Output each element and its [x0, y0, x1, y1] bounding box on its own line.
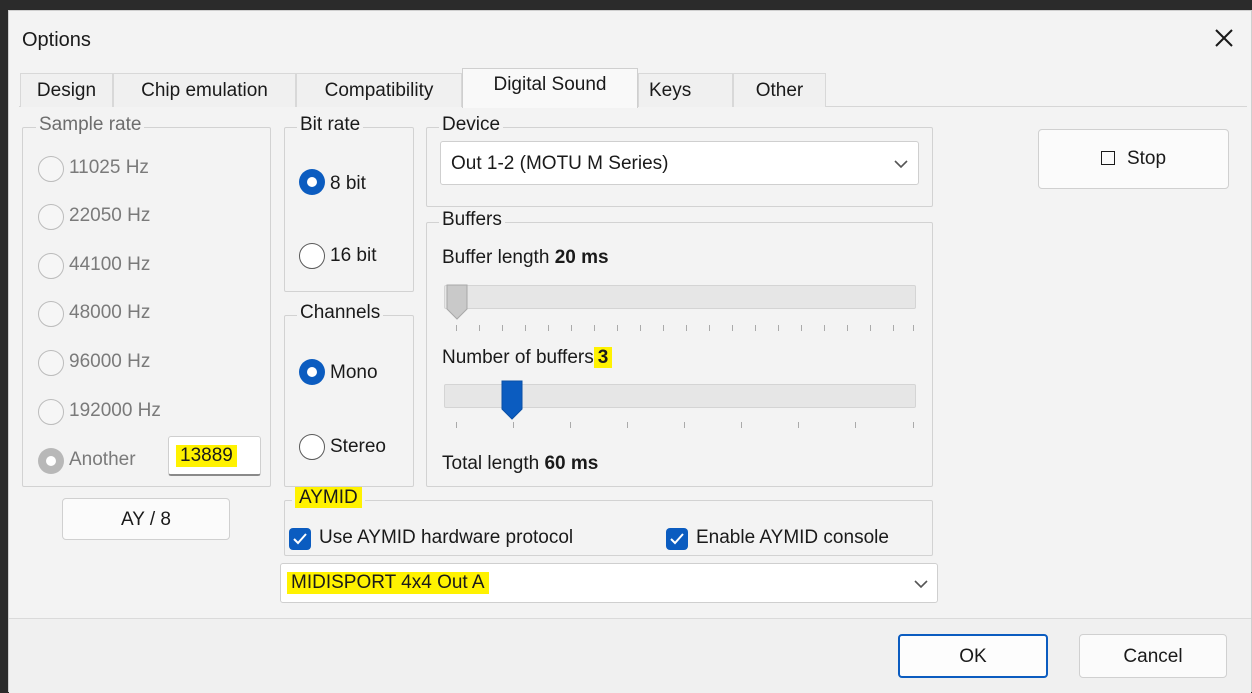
radio-8-bit[interactable]	[299, 169, 325, 195]
buffers-count-label: Number of buffers 3	[442, 347, 613, 369]
another-rate-value: 13889	[176, 445, 237, 467]
radio-22050[interactable]	[38, 204, 64, 230]
close-icon[interactable]	[1209, 23, 1239, 53]
checkmark-icon	[670, 533, 684, 545]
buffer-length-slider[interactable]	[444, 285, 916, 309]
buffer-length-text: Buffer length	[442, 247, 550, 268]
tab-chip-emulation[interactable]: Chip emulation	[113, 73, 296, 107]
title-bar: Options	[9, 11, 1251, 69]
buffers-count-text: Number of buffers	[442, 347, 594, 368]
midi-port-select[interactable]: MIDISPORT 4x4 Out A	[280, 563, 938, 603]
checkmark-icon	[293, 533, 307, 545]
radio-44100-label: 44100 Hz	[69, 254, 151, 275]
chevron-down-icon	[914, 580, 928, 589]
radio-16-bit-label: 16 bit	[330, 245, 377, 266]
buffer-length-thumb[interactable]	[445, 283, 471, 323]
radio-192000[interactable]	[38, 399, 64, 425]
ok-button[interactable]: OK	[898, 634, 1048, 678]
stop-button-label: Stop	[1126, 148, 1167, 169]
use-aymid-protocol-label: Use AYMID hardware protocol	[319, 527, 574, 548]
tab-design[interactable]: Design	[20, 73, 113, 107]
radio-mono-label: Mono	[330, 362, 378, 383]
device-select-value: Out 1-2 (MOTU M Series)	[451, 153, 669, 174]
dialog-footer	[9, 618, 1251, 693]
bit-rate-group	[284, 127, 414, 292]
radio-another-label: Another	[69, 449, 136, 470]
another-rate-field[interactable]: 13889	[168, 436, 261, 476]
cancel-button[interactable]: Cancel	[1079, 634, 1227, 678]
chevron-down-icon	[894, 160, 908, 169]
buffers-count-value: 3	[593, 347, 613, 368]
bit-rate-legend: Bit rate	[297, 114, 364, 136]
device-legend: Device	[439, 114, 504, 136]
options-dialog: Options Design Chip emulation Compatibil…	[8, 10, 1252, 693]
tab-compatibility[interactable]: Compatibility	[296, 73, 462, 107]
radio-44100[interactable]	[38, 253, 64, 279]
total-length-label: Total length 60 ms	[442, 453, 598, 475]
aymid-legend: AYMID	[292, 487, 365, 509]
radio-48000-label: 48000 Hz	[69, 302, 151, 323]
radio-another[interactable]	[38, 448, 64, 474]
radio-8-bit-label: 8 bit	[330, 173, 366, 194]
aymid-legend-text: AYMID	[295, 487, 362, 508]
radio-11025-label: 11025 Hz	[69, 157, 149, 178]
radio-16-bit[interactable]	[299, 243, 325, 269]
dialog-title: Options	[22, 29, 91, 51]
radio-192000-label: 192000 Hz	[69, 400, 161, 421]
radio-48000[interactable]	[38, 301, 64, 327]
buffers-count-ticks	[456, 422, 914, 430]
tab-digital-sound[interactable]: Digital Sound	[462, 68, 638, 108]
radio-11025[interactable]	[38, 156, 64, 182]
tab-other[interactable]: Other	[733, 73, 826, 107]
tab-keys[interactable]: Keys	[638, 73, 733, 107]
buffer-length-value: 20 ms	[554, 247, 609, 268]
ay-8-button[interactable]: AY / 8	[62, 498, 230, 540]
buffers-legend: Buffers	[439, 209, 505, 231]
stop-icon	[1100, 151, 1115, 165]
buffer-length-label: Buffer length 20 ms	[442, 247, 609, 269]
sample-rate-legend: Sample rate	[36, 114, 145, 136]
radio-96000-label: 96000 Hz	[69, 351, 151, 372]
device-select[interactable]: Out 1-2 (MOTU M Series)	[440, 141, 919, 185]
buffers-count-thumb[interactable]	[500, 379, 526, 423]
stop-button[interactable]: Stop	[1038, 129, 1229, 189]
channels-legend: Channels	[297, 302, 384, 324]
radio-96000[interactable]	[38, 350, 64, 376]
total-length-text: Total length	[442, 453, 540, 474]
buffer-length-ticks	[456, 325, 914, 333]
radio-stereo[interactable]	[299, 434, 325, 460]
use-aymid-protocol-checkbox[interactable]	[289, 528, 311, 550]
radio-22050-label: 22050 Hz	[69, 205, 151, 226]
radio-stereo-label: Stereo	[330, 436, 386, 457]
enable-aymid-console-label: Enable AYMID console	[696, 527, 889, 548]
enable-aymid-console-checkbox[interactable]	[666, 528, 688, 550]
midi-port-value: MIDISPORT 4x4 Out A	[287, 572, 489, 594]
total-length-value: 60 ms	[544, 453, 599, 474]
radio-mono[interactable]	[299, 359, 325, 385]
channels-group	[284, 315, 414, 487]
